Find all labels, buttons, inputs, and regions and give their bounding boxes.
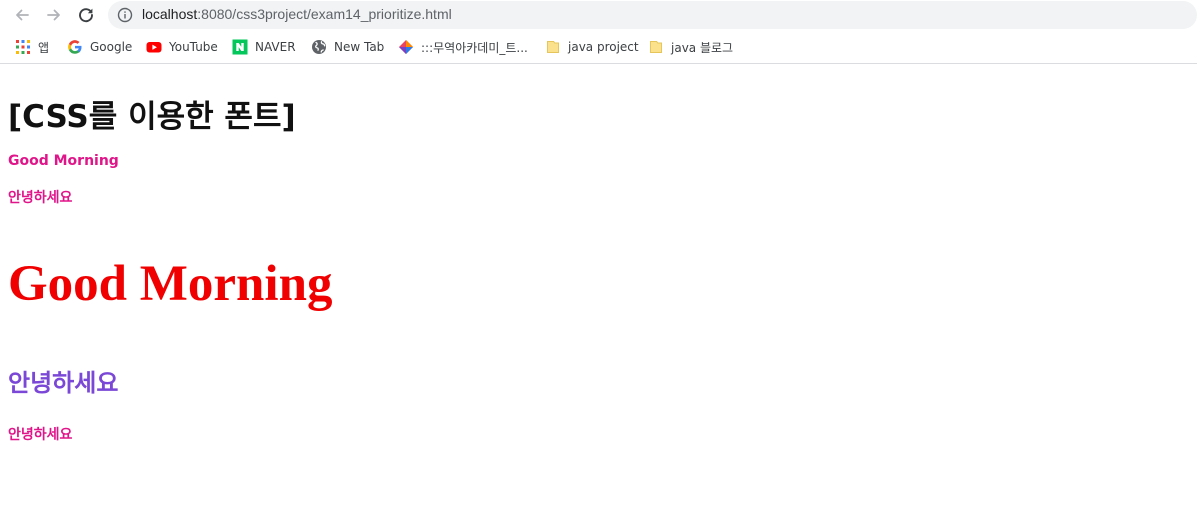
diamond-logo-icon xyxy=(399,40,413,54)
greeting-english-small: Good Morning xyxy=(8,153,119,169)
forward-button[interactable] xyxy=(43,4,65,26)
bookmark-label: :::무역아카데미_트... xyxy=(421,40,528,55)
reload-icon xyxy=(79,8,93,23)
bookmark-label: Google xyxy=(90,40,133,54)
arrow-right-icon xyxy=(47,9,60,21)
browser-toolbar: localhost:8080/css3project/exam14_priori… xyxy=(0,0,1197,30)
page-content: [CSS를 이용한 폰트] Good Morning 안녕하세요 Good Mo… xyxy=(8,65,1188,505)
address-bar[interactable]: localhost:8080/css3project/exam14_priori… xyxy=(108,1,1197,29)
bookmark-label: New Tab xyxy=(334,40,385,54)
youtube-icon xyxy=(146,42,162,53)
bookmark-google[interactable]: Google xyxy=(67,38,132,56)
bookmark-label: YouTube xyxy=(169,40,218,54)
bookmark-java-project[interactable]: java project xyxy=(545,38,639,56)
folder-icon xyxy=(650,41,662,53)
bookmark-new-tab[interactable]: New Tab xyxy=(311,38,384,56)
bookmark-label: java project xyxy=(568,40,639,54)
url-host: localhost xyxy=(142,6,198,22)
greeting-korean-small: 안녕하세요 xyxy=(8,190,73,206)
bookmark-trade-academy[interactable]: :::무역아카데미_트... xyxy=(398,38,528,56)
greeting-english-large: Good Morning xyxy=(8,256,333,312)
bookmark-youtube[interactable]: YouTube xyxy=(146,38,218,56)
bookmark-apps[interactable]: 앱 xyxy=(15,38,49,56)
bookmark-label: NAVER xyxy=(255,40,296,54)
globe-icon xyxy=(312,40,326,54)
bookmark-label: 앱 xyxy=(38,40,50,55)
bookmarks-bar: 앱 Google YouTube NAVER New Tab:::무역아카데미… xyxy=(0,31,1197,64)
greeting-korean-small-2: 안녕하세요 xyxy=(8,427,73,443)
bookmark-label: java 블로그 xyxy=(671,40,734,55)
reload-button[interactable] xyxy=(75,4,97,26)
apps-grid-icon xyxy=(16,40,30,54)
naver-icon xyxy=(232,39,248,55)
folder-icon xyxy=(547,41,559,53)
info-icon[interactable] xyxy=(117,7,133,23)
google-icon xyxy=(68,40,82,54)
arrow-left-icon xyxy=(16,9,29,21)
bookmark-naver[interactable]: NAVER xyxy=(232,38,296,56)
page-title: [CSS를 이용한 폰트] xyxy=(8,99,296,135)
url-text[interactable]: localhost:8080/css3project/exam14_priori… xyxy=(142,6,452,22)
url-path: :8080/css3project/exam14_prioritize.html xyxy=(197,6,452,22)
bookmark-java-blog[interactable]: java 블로그 xyxy=(648,38,733,56)
greeting-korean-heading: 안녕하세요 xyxy=(8,369,119,397)
back-button[interactable] xyxy=(11,4,33,26)
